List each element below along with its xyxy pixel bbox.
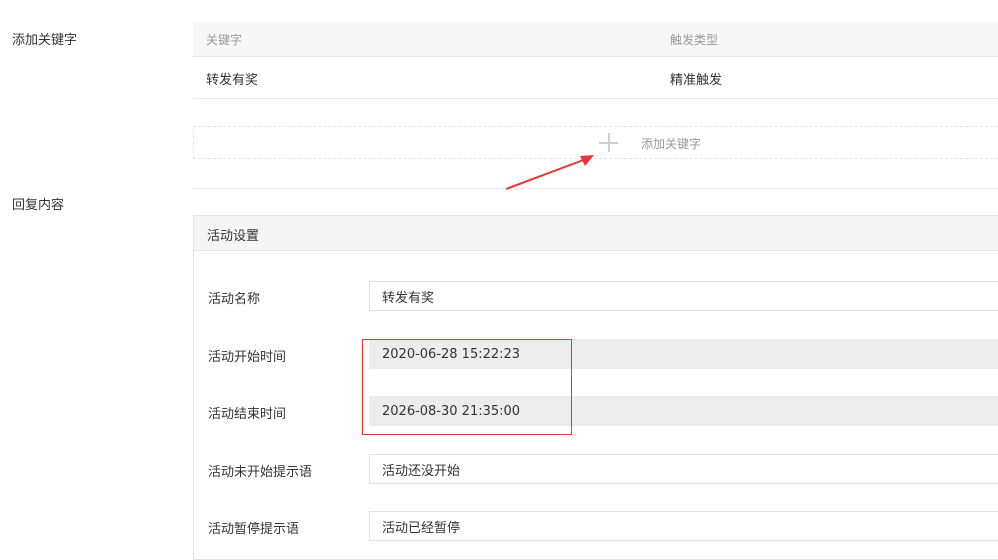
column-header-keyword: 关键字 xyxy=(206,33,243,47)
panel-title: 活动设置 xyxy=(207,229,260,244)
column-header-trigger-type: 触发类型 xyxy=(670,33,719,47)
plus-icon xyxy=(599,133,618,152)
panel-header: 活动设置 xyxy=(194,216,998,251)
table-row[interactable]: 转发有奖 精准触发 xyxy=(193,57,998,99)
reply-content-section-label: 回复内容 xyxy=(12,198,65,213)
keyword-cell: 转发有奖 xyxy=(206,73,259,88)
activity-not-started-tip-input[interactable] xyxy=(369,454,998,484)
activity-name-label: 活动名称 xyxy=(208,292,261,307)
activity-start-time-label: 活动开始时间 xyxy=(208,350,287,365)
add-keyword-button-label: 添加关键字 xyxy=(641,137,702,151)
activity-not-started-tip-label: 活动未开始提示语 xyxy=(208,465,313,480)
activity-paused-tip-input[interactable] xyxy=(369,511,998,541)
activity-end-time-label: 活动结束时间 xyxy=(208,407,287,422)
annotation-arrow-icon xyxy=(505,155,594,190)
activity-settings-panel: 活动设置 活动名称 活动开始时间 活动结束时间 活动未开始提示语 活动暂停提示语 xyxy=(193,215,998,560)
activity-name-input[interactable] xyxy=(369,281,998,311)
activity-paused-tip-label: 活动暂停提示语 xyxy=(208,522,300,537)
keyword-table: 关键字 触发类型 转发有奖 精准触发 xyxy=(193,22,998,99)
keyword-table-header: 关键字 触发类型 xyxy=(193,22,998,57)
add-keyword-section-label: 添加关键字 xyxy=(12,33,78,48)
trigger-type-cell: 精准触发 xyxy=(670,73,723,88)
annotation-highlight-box xyxy=(362,339,572,435)
